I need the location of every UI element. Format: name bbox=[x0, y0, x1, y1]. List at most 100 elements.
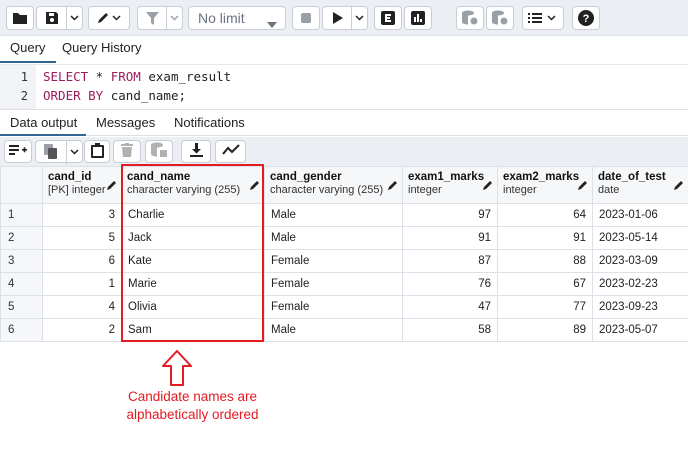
row-number[interactable]: 4 bbox=[0, 272, 43, 296]
cell-cand-id[interactable]: 1 bbox=[42, 272, 122, 296]
commit-button[interactable] bbox=[456, 6, 484, 30]
header-row: cand_id [PK] integer cand_name character… bbox=[0, 166, 688, 204]
code-line: SELECT * FROM exam_result bbox=[43, 69, 231, 84]
sql-editor[interactable]: 1 2 SELECT * FROM exam_result ORDER BY c… bbox=[0, 64, 688, 109]
explain-analyze-button[interactable] bbox=[404, 6, 432, 30]
cell-cand-gender[interactable]: Male bbox=[264, 226, 403, 250]
macros-list-icon bbox=[528, 12, 558, 24]
cell-exam2-marks[interactable]: 77 bbox=[497, 295, 593, 319]
cell-cand-id[interactable]: 2 bbox=[42, 318, 122, 342]
column-name: exam2_marks bbox=[503, 171, 580, 183]
cell-date-of-test[interactable]: 2023-03-09 bbox=[592, 249, 688, 273]
annotation-note: Candidate names are alphabetically order… bbox=[100, 388, 285, 424]
cell-cand-gender[interactable]: Female bbox=[264, 249, 403, 273]
cell-date-of-test[interactable]: 2023-01-06 bbox=[592, 203, 688, 227]
result-toolbar bbox=[0, 137, 688, 166]
explain-button[interactable] bbox=[374, 6, 402, 30]
cell-cand-id[interactable]: 4 bbox=[42, 295, 122, 319]
column-type: integer bbox=[408, 184, 442, 196]
cell-cand-gender[interactable]: Male bbox=[264, 203, 403, 227]
cell-date-of-test[interactable]: 2023-09-23 bbox=[592, 295, 688, 319]
cell-exam1-marks[interactable]: 58 bbox=[402, 318, 498, 342]
cell-cand-id[interactable]: 3 bbox=[42, 203, 122, 227]
cell-date-of-test[interactable]: 2023-05-14 bbox=[592, 226, 688, 250]
download-icon bbox=[189, 143, 203, 160]
cell-exam1-marks[interactable]: 97 bbox=[402, 203, 498, 227]
cell-cand-gender[interactable]: Female bbox=[264, 272, 403, 296]
query-tabs: Query Query History bbox=[0, 37, 688, 63]
cell-exam1-marks[interactable]: 47 bbox=[402, 295, 498, 319]
cell-exam2-marks[interactable]: 91 bbox=[497, 226, 593, 250]
download-button[interactable] bbox=[181, 140, 211, 163]
cell-exam2-marks[interactable]: 89 bbox=[497, 318, 593, 342]
row-limit-select[interactable]: No limit bbox=[188, 6, 286, 30]
cell-exam2-marks[interactable]: 64 bbox=[497, 203, 593, 227]
macros-button[interactable] bbox=[522, 6, 564, 30]
table-row[interactable]: 1 3 Charlie Male 97 64 2023-01-06 bbox=[0, 203, 688, 227]
cell-date-of-test[interactable]: 2023-02-23 bbox=[592, 272, 688, 296]
result-tabs: Data output Messages Notifications bbox=[0, 109, 688, 136]
cell-date-of-test[interactable]: 2023-05-07 bbox=[592, 318, 688, 342]
active-tab-indicator bbox=[0, 61, 56, 63]
pencil-edit-icon bbox=[388, 179, 398, 193]
rollback-button[interactable] bbox=[486, 6, 514, 30]
row-number[interactable]: 1 bbox=[0, 203, 43, 227]
table-row[interactable]: 3 6 Kate Female 87 88 2023-03-09 bbox=[0, 249, 688, 273]
chevron-down-icon[interactable] bbox=[66, 6, 82, 30]
cell-cand-id[interactable]: 5 bbox=[42, 226, 122, 250]
tab-notifications[interactable]: Notifications bbox=[174, 115, 245, 130]
cell-exam1-marks[interactable]: 91 bbox=[402, 226, 498, 250]
help-button[interactable]: ? bbox=[572, 6, 600, 30]
line-number-gutter: 1 2 bbox=[0, 65, 36, 109]
save-button[interactable] bbox=[36, 6, 83, 30]
chevron-down-icon[interactable] bbox=[66, 139, 82, 164]
data-grid: cand_id [PK] integer cand_name character… bbox=[0, 166, 688, 342]
filter-button[interactable] bbox=[137, 6, 183, 30]
copy-button[interactable] bbox=[35, 139, 83, 164]
chevron-down-icon[interactable] bbox=[166, 6, 182, 30]
cell-cand-id[interactable]: 6 bbox=[42, 249, 122, 273]
cell-exam1-marks[interactable]: 87 bbox=[402, 249, 498, 273]
table-row[interactable]: 2 5 Jack Male 91 91 2023-05-14 bbox=[0, 226, 688, 250]
cell-exam1-marks[interactable]: 76 bbox=[402, 272, 498, 296]
row-number[interactable]: 2 bbox=[0, 226, 43, 250]
filter-icon bbox=[138, 11, 166, 25]
main-toolbar: No limit ? bbox=[0, 0, 688, 36]
add-row-icon bbox=[9, 144, 27, 159]
delete-button[interactable] bbox=[113, 140, 141, 163]
open-file-button[interactable] bbox=[6, 6, 34, 30]
edit-button[interactable] bbox=[88, 6, 130, 30]
tab-messages[interactable]: Messages bbox=[96, 115, 155, 130]
line-chart-icon bbox=[221, 144, 240, 159]
tab-query-history[interactable]: Query History bbox=[62, 40, 141, 55]
row-number[interactable]: 5 bbox=[0, 295, 43, 319]
column-header-cand-gender[interactable]: cand_gender character varying (255) bbox=[264, 166, 403, 204]
table-row[interactable]: 4 1 Marie Female 76 67 2023-02-23 bbox=[0, 272, 688, 296]
row-number[interactable]: 3 bbox=[0, 249, 43, 273]
execute-button[interactable] bbox=[322, 6, 368, 30]
table-row[interactable]: 5 4 Olivia Female 47 77 2023-09-23 bbox=[0, 295, 688, 319]
cell-cand-gender[interactable]: Male bbox=[264, 318, 403, 342]
chevron-down-icon[interactable] bbox=[351, 6, 367, 30]
paste-button[interactable] bbox=[84, 140, 110, 163]
rollback-icon bbox=[491, 10, 509, 26]
column-type: character varying (255) bbox=[270, 184, 384, 196]
cell-cand-gender[interactable]: Female bbox=[264, 295, 403, 319]
tab-data-output[interactable]: Data output bbox=[10, 115, 77, 130]
line-number: 2 bbox=[20, 89, 28, 103]
pencil-edit-icon bbox=[96, 11, 122, 25]
cell-exam2-marks[interactable]: 67 bbox=[497, 272, 593, 296]
add-row-button[interactable] bbox=[4, 140, 32, 163]
tab-query[interactable]: Query bbox=[10, 40, 45, 55]
row-number[interactable]: 6 bbox=[0, 318, 43, 342]
graph-visualiser-button[interactable] bbox=[215, 140, 246, 163]
save-data-button[interactable] bbox=[145, 140, 173, 163]
column-header-exam2-marks[interactable]: exam2_marks integer bbox=[497, 166, 593, 204]
stop-button[interactable] bbox=[292, 6, 320, 30]
pencil-edit-icon bbox=[674, 179, 684, 193]
table-row[interactable]: 6 2 Sam Male 58 89 2023-05-07 bbox=[0, 318, 688, 342]
cell-exam2-marks[interactable]: 88 bbox=[497, 249, 593, 273]
column-header-cand-id[interactable]: cand_id [PK] integer bbox=[42, 166, 122, 204]
column-header-exam1-marks[interactable]: exam1_marks integer bbox=[402, 166, 498, 204]
column-header-date-of-test[interactable]: date_of_test date bbox=[592, 166, 688, 204]
